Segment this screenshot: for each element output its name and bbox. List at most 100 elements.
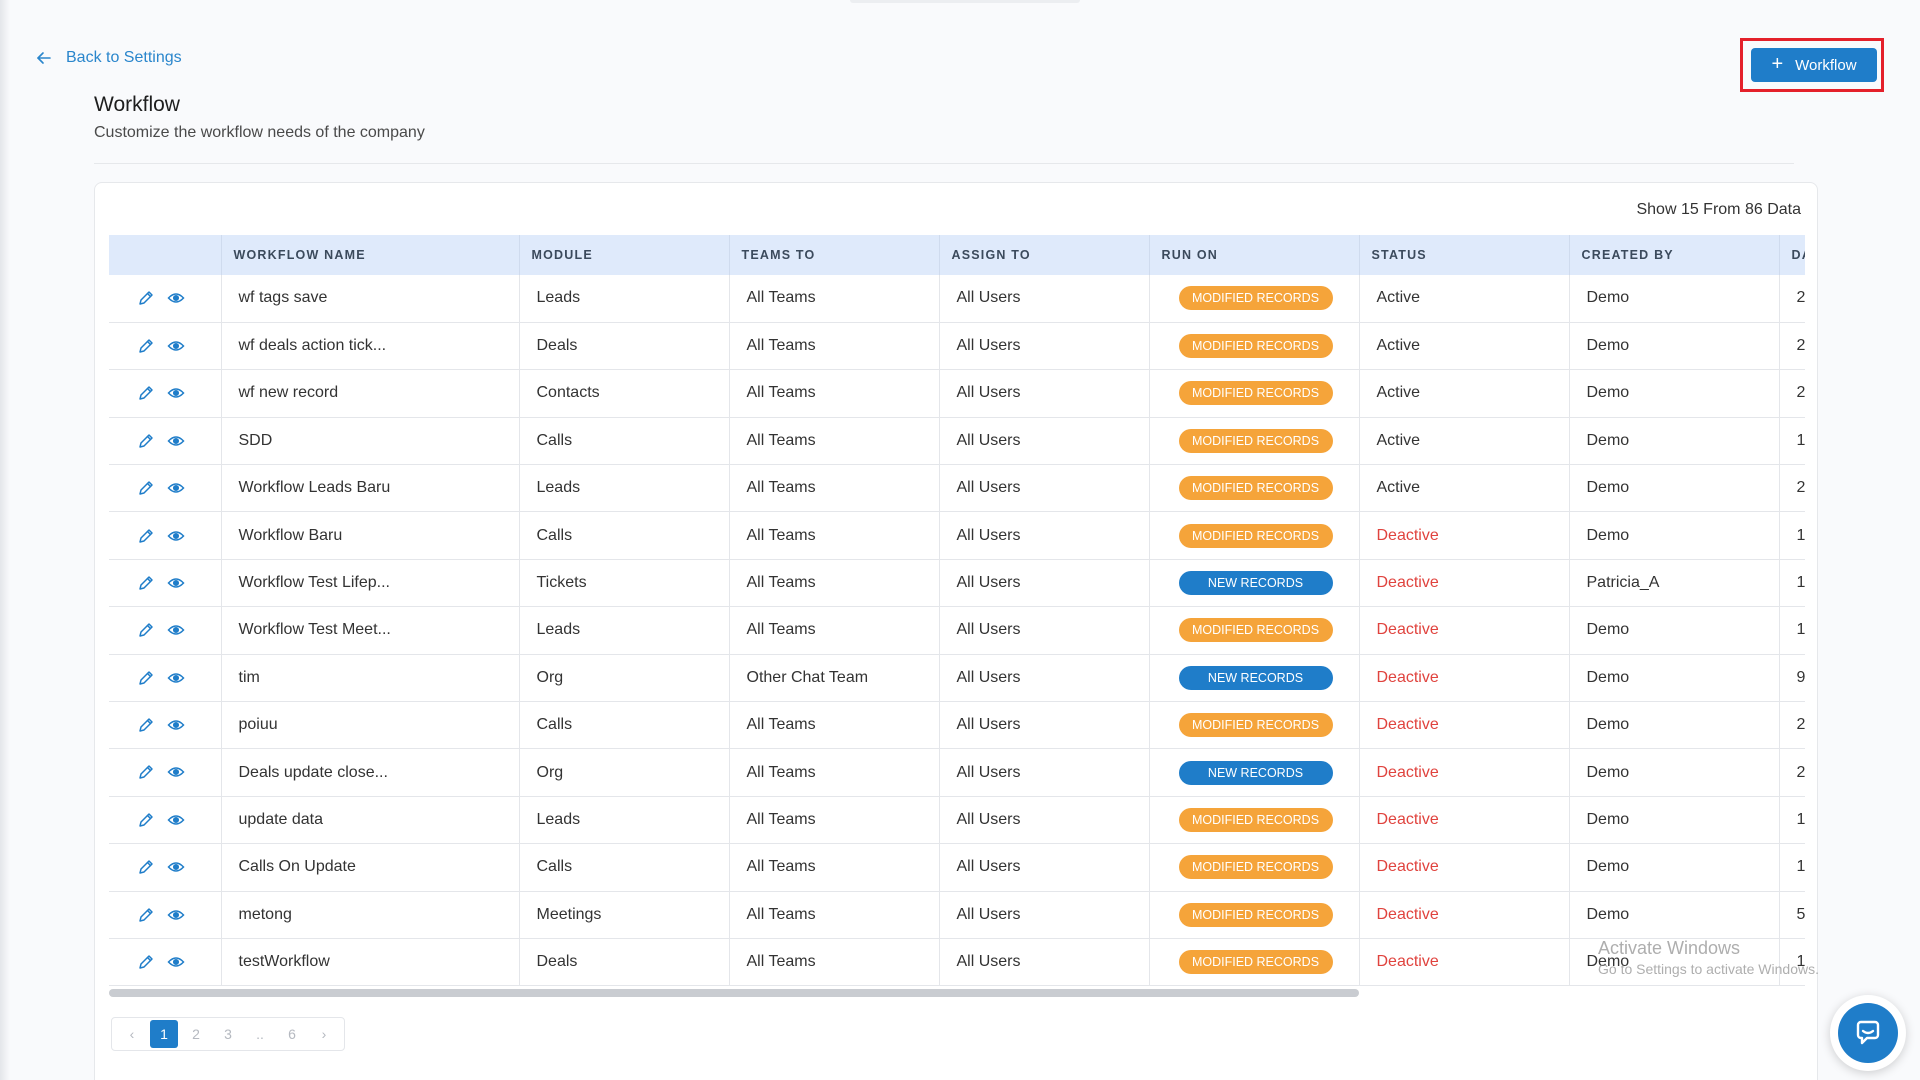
eye-icon[interactable] [167,527,185,545]
pagination-page-2[interactable]: 2 [182,1020,210,1048]
table-row[interactable]: Workflow Test Lifep... Tickets All Teams Al… [109,559,1805,608]
run-on-badge: MODIFIED RECORDS [1178,428,1333,453]
chat-button[interactable] [1830,995,1906,1071]
table-row[interactable]: Workflow Baru Calls All Teams All Users MODI… [109,511,1805,560]
eye-icon[interactable] [167,289,185,307]
cell-run-on: MODIFIED RECORDS [1149,796,1360,845]
pagination-page-1[interactable]: 1 [150,1020,178,1048]
cell-assign-to: All Users [939,322,1150,371]
cell-module: Org [519,748,730,797]
pencil-icon[interactable] [137,337,155,355]
eye-icon[interactable] [167,906,185,924]
pencil-icon[interactable] [137,763,155,781]
col-header-module[interactable]: MODULE [519,235,730,275]
pagination-page-6[interactable]: 6 [278,1020,306,1048]
cell-created-by: Demo [1569,843,1780,892]
pagination-prev[interactable]: ‹ [118,1020,146,1048]
pencil-icon[interactable] [137,384,155,402]
col-header-assign-to[interactable]: ASSIGN TO [939,235,1150,275]
cell-module: Contacts [519,369,730,418]
cell-created-by: Patricia_A [1569,559,1780,608]
eye-icon[interactable] [167,432,185,450]
table-row[interactable]: SDD Calls All Teams All Users MODIFIED RECOR… [109,417,1805,466]
table-row[interactable]: Workflow Test Meet... Leads All Teams All U… [109,606,1805,655]
cell-workflow-name: Workflow Test Lifep... [221,559,520,608]
table-row[interactable]: update data Leads All Teams All Users MODIFI… [109,796,1805,845]
pencil-icon[interactable] [137,811,155,829]
run-on-badge: MODIFIED RECORDS [1178,286,1333,311]
col-header-run-on[interactable]: RUN ON [1149,235,1360,275]
pencil-icon[interactable] [137,621,155,639]
table-row[interactable]: Workflow Leads Baru Leads All Teams All Use… [109,464,1805,513]
eye-icon[interactable] [167,716,185,734]
pencil-icon[interactable] [137,479,155,497]
back-to-settings-link[interactable]: Back to Settings [36,48,182,68]
eye-icon[interactable] [167,858,185,876]
horizontal-scrollbar[interactable] [109,989,1359,997]
cell-created-by: Demo [1569,464,1780,513]
watermark-subtitle: Go to Settings to activate Windows. [1598,961,1819,977]
eye-icon[interactable] [167,384,185,402]
cell-created-by: Demo [1569,606,1780,655]
pencil-icon[interactable] [137,906,155,924]
col-header-created-by[interactable]: CREATED BY [1569,235,1780,275]
col-header-actions [109,235,222,275]
pencil-icon[interactable] [137,858,155,876]
cell-run-on: MODIFIED RECORDS [1149,275,1360,323]
row-actions [109,417,222,466]
cell-assign-to: All Users [939,796,1150,845]
eye-icon[interactable] [167,811,185,829]
row-actions [109,464,222,513]
table-row[interactable]: Deals update close... Org All Teams All Use… [109,748,1805,797]
table-row[interactable]: wf new record Contacts All Teams All Users M… [109,369,1805,418]
col-header-status[interactable]: STATUS [1359,235,1570,275]
eye-icon[interactable] [167,574,185,592]
left-edge-shadow [0,0,10,1080]
pagination-page-3[interactable]: 3 [214,1020,242,1048]
col-header-teams-to[interactable]: TEAMS TO [729,235,940,275]
cell-workflow-name: SDD [221,417,520,466]
cell-run-on: MODIFIED RECORDS [1149,701,1360,750]
table-row[interactable]: wf deals action tick... Deals All Teams All… [109,322,1805,371]
row-actions [109,322,222,371]
table-row[interactable]: metong Meetings All Teams All Users MODIFIED… [109,891,1805,939]
pencil-icon[interactable] [137,716,155,734]
eye-icon[interactable] [167,763,185,781]
cell-created-by: Demo [1569,796,1780,845]
cell-date: 2 [1779,701,1805,750]
cell-teams-to: All Teams [729,559,940,608]
pencil-icon[interactable] [137,669,155,687]
workflow-table-container[interactable]: WORKFLOW NAME MODULE TEAMS TO ASSIGN TO … [109,235,1805,995]
cell-created-by: Demo [1569,654,1780,703]
pagination-ellipsis: .. [256,1026,264,1042]
cell-assign-to: All Users [939,275,1150,323]
cell-assign-to: All Users [939,511,1150,560]
cell-status: Deactive [1359,843,1570,892]
table-row[interactable]: Calls On Update Calls All Teams All Users MO… [109,843,1805,892]
pencil-icon[interactable] [137,432,155,450]
col-header-workflow-name[interactable]: WORKFLOW NAME [221,235,520,275]
add-workflow-button[interactable]: + Workflow [1751,48,1877,82]
table-row[interactable]: wf tags save Leads All Teams All Users MODIF… [109,275,1805,323]
eye-icon[interactable] [167,669,185,687]
cell-assign-to: All Users [939,843,1150,892]
pencil-icon[interactable] [137,953,155,971]
cell-run-on: MODIFIED RECORDS [1149,843,1360,892]
cell-assign-to: All Users [939,938,1150,987]
table-row[interactable]: poiuu Calls All Teams All Users MODIFIED REC… [109,701,1805,750]
pencil-icon[interactable] [137,574,155,592]
eye-icon[interactable] [167,621,185,639]
col-header-date[interactable]: DA [1779,235,1805,275]
pencil-icon[interactable] [137,289,155,307]
table-row[interactable]: testWorkflow Deals All Teams All Users MODIF… [109,938,1805,987]
cell-teams-to: All Teams [729,701,940,750]
cell-status: Active [1359,417,1570,466]
table-row[interactable]: tim Org Other Chat Team All Users NEW RECORD… [109,654,1805,703]
eye-icon[interactable] [167,337,185,355]
pagination-next[interactable]: › [310,1020,338,1048]
eye-icon[interactable] [167,479,185,497]
pencil-icon[interactable] [137,527,155,545]
cell-teams-to: All Teams [729,275,940,323]
windows-activation-watermark: Activate Windows Go to Settings to activ… [1598,938,1819,977]
eye-icon[interactable] [167,953,185,971]
